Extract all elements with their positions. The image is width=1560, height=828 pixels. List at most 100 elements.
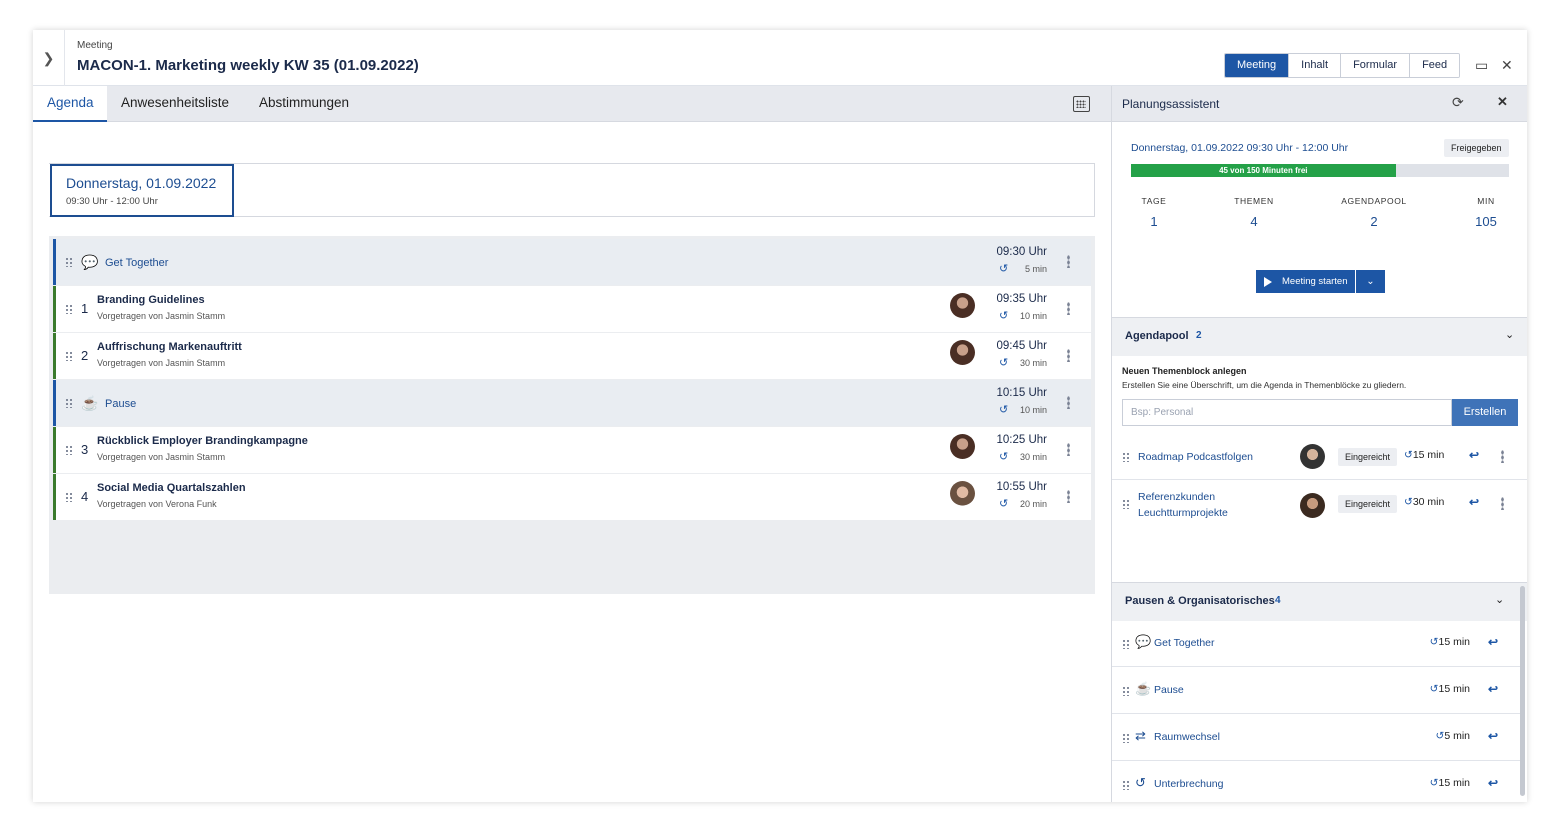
agenda-item-4[interactable]: 4 Social Media Quartalszahlen Vorgetrage… [53, 474, 1091, 520]
section-count: 4 [1275, 595, 1281, 606]
tab-anwesenheitsliste[interactable]: Anwesenheitsliste [121, 86, 229, 122]
refresh-icon[interactable]: ⟳ [1452, 94, 1464, 111]
drag-handle-icon[interactable] [1122, 780, 1130, 790]
start-meeting-dropdown[interactable]: ⌄ [1356, 270, 1385, 293]
drag-handle-icon[interactable] [65, 304, 73, 314]
history-icon: ↺ [1404, 449, 1413, 461]
chevron-right-icon: ❯ [42, 49, 55, 66]
start-meeting-button[interactable]: Meeting starten [1256, 270, 1355, 293]
agenda-item-number: 3 [81, 442, 89, 457]
more-options-icon[interactable] [1067, 490, 1070, 503]
pool-item-title[interactable]: Referenzkunden Leuchtturmprojekte [1138, 489, 1258, 521]
planning-assistant-header: Planungsassistent ⟳ ✕ [1112, 86, 1527, 122]
view-tab-inhalt[interactable]: Inhalt [1288, 54, 1341, 77]
org-item-room-change[interactable]: ⇄ Raumwechsel ↺5 min ↩ [1112, 715, 1520, 761]
panel-title: Planungsassistent [1122, 97, 1220, 111]
play-icon [1264, 277, 1272, 287]
agenda-item-time: 10:55 Uhr [996, 481, 1047, 493]
stat-topics: THEMEN 4 [1234, 196, 1274, 229]
org-item-duration: ↺5 min [1435, 730, 1471, 742]
agenda-item-title[interactable]: Auffrischung Markenauftritt [97, 341, 242, 353]
org-item-get-together[interactable]: 💬 Get Together ↺15 min ↩ [1112, 621, 1520, 667]
pool-item-title[interactable]: Roadmap Podcastfolgen [1138, 449, 1258, 465]
agenda-item-duration: ↺ 30 min [999, 357, 1047, 369]
organisational-header[interactable]: Pausen & Organisatorisches 4 ⌄ [1112, 583, 1527, 621]
avatar [950, 434, 975, 459]
more-options-icon[interactable] [1501, 497, 1504, 510]
agenda-item-title[interactable]: Social Media Quartalszahlen [97, 482, 246, 494]
org-item-pause[interactable]: ☕ Pause ↺15 min ↩ [1112, 668, 1520, 714]
drag-handle-icon[interactable] [1122, 499, 1130, 509]
scrollbar[interactable] [1520, 586, 1525, 796]
section-count: 2 [1196, 330, 1202, 341]
drag-handle-icon[interactable] [65, 445, 73, 455]
swap-icon: ⇄ [1135, 728, 1146, 743]
agenda-item-title[interactable]: Rückblick Employer Brandingkampagne [97, 435, 308, 447]
drag-handle-icon[interactable] [65, 351, 73, 361]
expand-sidebar-button[interactable]: ❯ [33, 30, 65, 86]
progress-fill: 45 von 150 Minuten frei [1131, 164, 1396, 177]
split-view-icon[interactable]: ▭ [1475, 57, 1488, 73]
view-tab-meeting[interactable]: Meeting [1225, 54, 1289, 77]
agenda-item-3[interactable]: 3 Rückblick Employer Brandingkampagne Vo… [53, 427, 1091, 473]
more-options-icon[interactable] [1067, 255, 1070, 268]
drag-handle-icon[interactable] [1122, 452, 1130, 462]
agenda-block-get-together[interactable]: 💬 Get Together 09:30 Uhr ↺ 5 min [53, 239, 1091, 285]
agendapool-header[interactable]: Agendapool 2 ⌄ [1112, 318, 1527, 356]
org-item-title: Raumwechsel [1154, 731, 1220, 743]
more-options-icon[interactable] [1067, 302, 1070, 315]
pool-item[interactable]: Referenzkunden Leuchtturmprojekte Einger… [1112, 481, 1527, 531]
day-label: Donnerstag, 01.09.2022 [66, 175, 217, 191]
agenda-item-time: 09:45 Uhr [996, 340, 1047, 352]
add-to-agenda-icon[interactable]: ↩ [1488, 776, 1498, 790]
agenda-item-duration: ↺ 5 min [999, 263, 1047, 275]
add-to-agenda-icon[interactable]: ↩ [1488, 682, 1498, 696]
agenda-item-2[interactable]: 2 Auffrischung Markenauftritt Vorgetrage… [53, 333, 1091, 379]
chevron-down-icon: ⌄ [1505, 329, 1515, 341]
add-to-agenda-icon[interactable]: ↩ [1469, 448, 1479, 462]
new-block-input[interactable]: Bsp: Personal [1122, 399, 1452, 426]
add-to-agenda-icon[interactable]: ↩ [1488, 635, 1498, 649]
close-window-icon[interactable]: ✕ [1501, 57, 1513, 73]
day-tab-selected[interactable]: Donnerstag, 01.09.2022 09:30 Uhr - 12:00… [50, 164, 234, 217]
history-icon: ↺ [1404, 496, 1413, 508]
agenda-panel: Agenda Anwesenheitsliste Abstimmungen Do… [33, 86, 1111, 802]
history-icon: ↺ [1135, 775, 1146, 790]
org-item-title: Get Together [1154, 637, 1215, 649]
view-tab-formular[interactable]: Formular [1340, 54, 1410, 77]
more-options-icon[interactable] [1067, 443, 1070, 456]
drag-handle-icon[interactable] [65, 398, 73, 408]
history-icon: ↺ [999, 263, 1009, 275]
agenda-item-1[interactable]: 1 Branding Guidelines Vorgetragen von Ja… [53, 286, 1091, 332]
drag-handle-icon[interactable] [1122, 639, 1130, 649]
pool-item[interactable]: Roadmap Podcastfolgen Eingereicht ↺15 mi… [1112, 434, 1527, 480]
day-time: 09:30 Uhr - 12:00 Uhr [66, 196, 158, 207]
agenda-item-presenter: Vorgetragen von Verona Funk [97, 499, 217, 509]
more-options-icon[interactable] [1067, 349, 1070, 362]
chevron-down-icon: ⌄ [1366, 276, 1375, 287]
close-icon[interactable]: ✕ [1497, 94, 1508, 110]
tab-abstimmungen[interactable]: Abstimmungen [259, 86, 349, 122]
view-tab-feed[interactable]: Feed [1409, 54, 1460, 77]
new-block-hint: Erstellen Sie eine Überschrift, um die A… [1122, 380, 1407, 390]
add-to-agenda-icon[interactable]: ↩ [1469, 495, 1479, 509]
avatar [1300, 444, 1325, 469]
tab-agenda[interactable]: Agenda [33, 86, 107, 122]
more-options-icon[interactable] [1501, 450, 1504, 463]
time-progress-bar: 45 von 150 Minuten frei [1131, 164, 1509, 177]
org-item-interruption[interactable]: ↺ Unterbrechung ↺15 min ↩ [1112, 762, 1520, 802]
agenda-block-pause[interactable]: ☕ Pause 10:15 Uhr ↺ 10 min [53, 380, 1091, 426]
drag-handle-icon[interactable] [65, 492, 73, 502]
drag-handle-icon[interactable] [1122, 686, 1130, 696]
drag-handle-icon[interactable] [65, 257, 73, 267]
agenda-item-duration: ↺ 10 min [999, 310, 1047, 322]
agenda-item-title[interactable]: Branding Guidelines [97, 294, 205, 306]
org-item-title: Pause [1154, 684, 1184, 696]
history-icon: ↺ [1435, 730, 1445, 742]
more-options-icon[interactable] [1067, 396, 1070, 409]
add-to-agenda-icon[interactable]: ↩ [1488, 729, 1498, 743]
create-button[interactable]: Erstellen [1452, 399, 1518, 426]
calendar-icon[interactable] [1073, 96, 1090, 112]
drag-handle-icon[interactable] [1122, 733, 1130, 743]
agenda-item-number: 1 [81, 301, 89, 316]
